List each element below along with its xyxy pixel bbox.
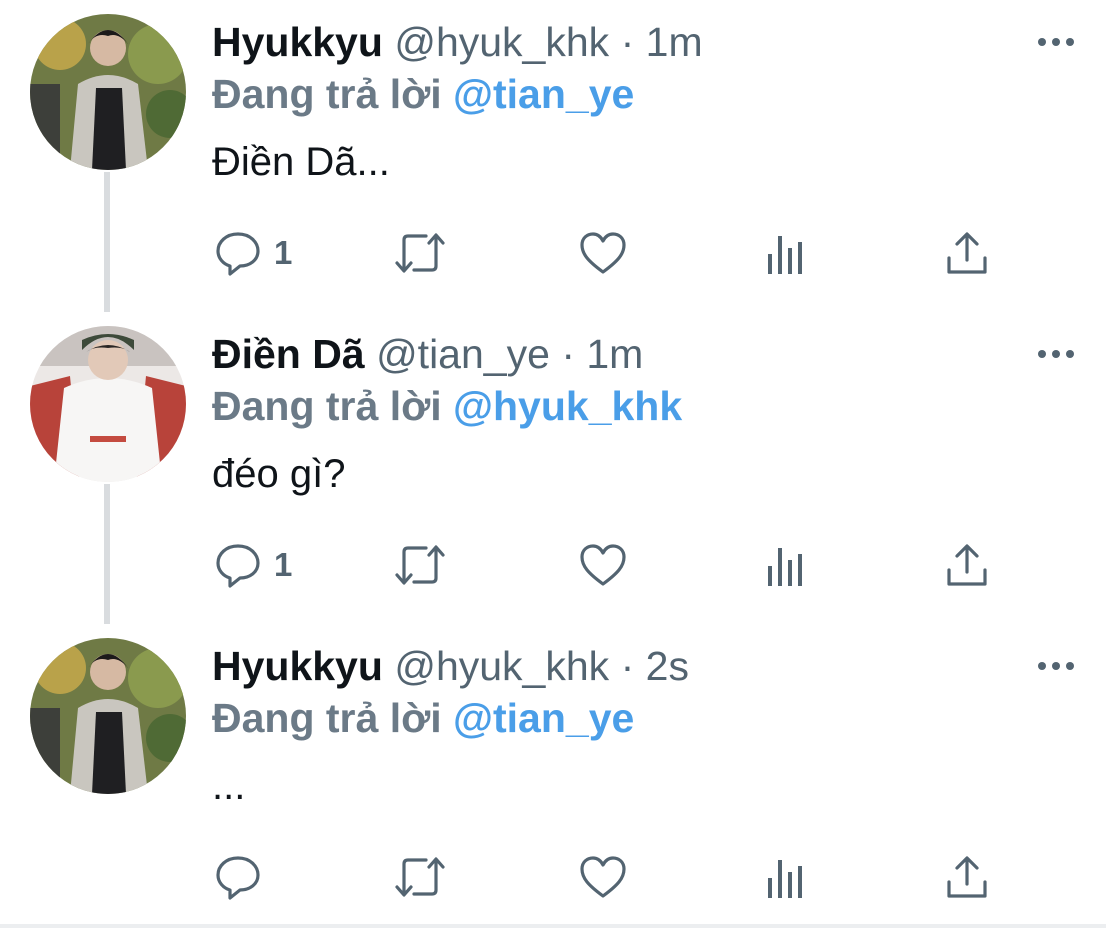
retweet-button[interactable] <box>392 226 448 280</box>
more-options-icon[interactable] <box>1030 336 1082 372</box>
replying-to-label: Đang trả lời <box>212 695 442 741</box>
replying-to: Đang trả lời @hyuk_khk <box>212 380 682 432</box>
mention-link[interactable]: @hyuk_khk <box>453 383 682 429</box>
retweet-button[interactable] <box>392 850 448 904</box>
tweet-text: Điền Dã... <box>212 140 390 184</box>
analytics-button[interactable] <box>764 538 808 592</box>
avatar[interactable] <box>30 14 186 170</box>
avatar[interactable] <box>30 326 186 482</box>
display-name[interactable]: Hyukkyu <box>212 643 383 689</box>
tweet-actions <box>212 850 1012 904</box>
like-icon <box>580 544 626 586</box>
analytics-icon <box>768 860 802 898</box>
tweet-item[interactable]: Hyukkyu @hyuk_khk · 2s Đang trả lời @tia… <box>0 624 1106 936</box>
display-name[interactable]: Hyukkyu <box>212 19 383 65</box>
separator-dot: · <box>561 331 575 377</box>
reply-count: 1 <box>274 546 293 583</box>
timestamp[interactable]: 1m <box>586 331 643 377</box>
share-button[interactable] <box>944 538 990 592</box>
replying-to: Đang trả lời @tian_ye <box>212 68 634 120</box>
tweet-actions: 1 <box>212 538 1012 592</box>
analytics-button[interactable] <box>764 226 808 280</box>
analytics-icon <box>768 236 802 274</box>
reply-button[interactable]: 1 <box>214 226 292 280</box>
avatar-photo-icon <box>30 14 186 170</box>
tweet-text: đéo gì? <box>212 452 346 496</box>
share-icon <box>947 232 987 274</box>
more-options-icon[interactable] <box>1030 648 1082 684</box>
avatar[interactable] <box>30 638 186 794</box>
share-button[interactable] <box>944 850 990 904</box>
reply-button[interactable]: 1 <box>214 538 292 592</box>
display-name[interactable]: Điền Dã <box>212 331 365 377</box>
tweet-header: Hyukkyu @hyuk_khk · 2s <box>212 640 689 692</box>
share-icon <box>947 856 987 898</box>
tweet-item[interactable]: Hyukkyu @hyuk_khk · 1m Đang trả lời @tia… <box>0 0 1106 312</box>
reply-count: 1 <box>274 234 293 271</box>
tweet-text: ... <box>212 764 246 808</box>
retweet-icon <box>395 233 445 273</box>
like-button[interactable] <box>578 226 628 280</box>
analytics-icon <box>768 548 802 586</box>
reply-icon <box>216 856 260 900</box>
retweet-icon <box>395 857 445 897</box>
replying-to-label: Đang trả lời <box>212 71 442 117</box>
user-handle[interactable]: @hyuk_khk <box>394 19 609 65</box>
reply-icon <box>216 232 260 276</box>
analytics-button[interactable] <box>764 850 808 904</box>
avatar-photo-icon <box>30 638 186 794</box>
user-handle[interactable]: @tian_ye <box>376 331 550 377</box>
timestamp[interactable]: 1m <box>646 19 703 65</box>
timestamp[interactable]: 2s <box>646 643 689 689</box>
tweet-header: Hyukkyu @hyuk_khk · 1m <box>212 16 703 68</box>
more-options-icon[interactable] <box>1030 24 1082 60</box>
like-icon <box>580 856 626 898</box>
share-button[interactable] <box>944 226 990 280</box>
mention-link[interactable]: @tian_ye <box>453 695 634 741</box>
replying-to-label: Đang trả lời <box>212 383 442 429</box>
separator-dot: · <box>620 19 635 65</box>
tweet-actions: 1 <box>212 226 1012 280</box>
user-handle[interactable]: @hyuk_khk <box>394 643 609 689</box>
like-icon <box>580 232 626 274</box>
share-icon <box>947 544 987 586</box>
divider <box>0 924 1106 928</box>
tweet-item[interactable]: Điền Dã @tian_ye · 1m Đang trả lời @hyuk… <box>0 312 1106 624</box>
retweet-button[interactable] <box>392 538 448 592</box>
tweet-header: Điền Dã @tian_ye · 1m <box>212 328 643 380</box>
separator-dot: · <box>620 643 635 689</box>
reply-icon <box>216 544 260 588</box>
replying-to: Đang trả lời @tian_ye <box>212 692 634 744</box>
mention-link[interactable]: @tian_ye <box>453 71 634 117</box>
like-button[interactable] <box>578 850 628 904</box>
reply-button[interactable] <box>214 850 274 904</box>
like-button[interactable] <box>578 538 628 592</box>
retweet-icon <box>395 545 445 585</box>
avatar-photo-icon <box>30 326 186 482</box>
